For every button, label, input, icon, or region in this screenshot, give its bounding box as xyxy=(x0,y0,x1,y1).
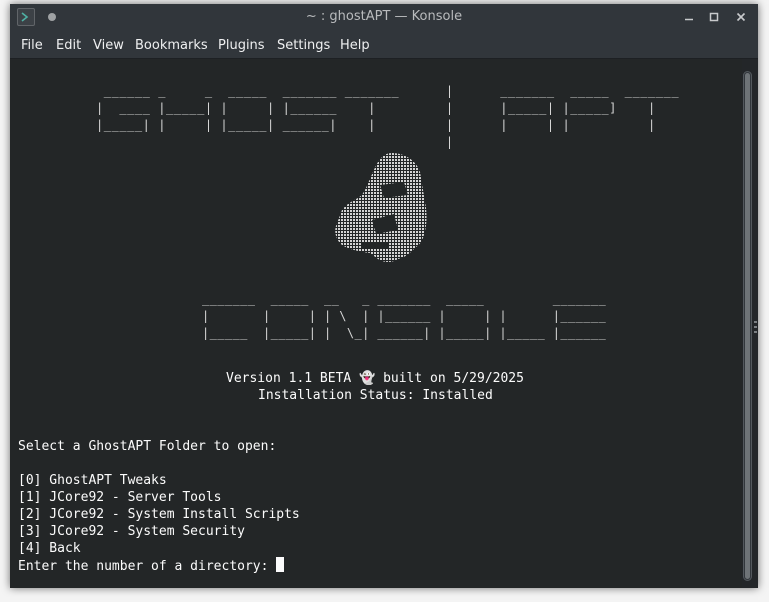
option-4-back: [4] Back xyxy=(18,541,81,556)
menu-plugins[interactable]: Plugins xyxy=(218,38,265,53)
maximize-icon[interactable] xyxy=(706,9,722,25)
minimize-icon[interactable] xyxy=(681,9,697,25)
terminal-output[interactable]: ______ _ _ _____ _______ _______ | _____… xyxy=(10,59,742,588)
console-ascii-banner: _______ _____ __ _ _______ _____ _______… xyxy=(202,292,607,340)
ghost-ascii-art xyxy=(332,150,428,270)
scrollbar-thumb[interactable] xyxy=(745,73,750,579)
option-0-ghostapt-tweaks: [0] GhostAPT Tweaks xyxy=(18,473,167,488)
menu-edit[interactable]: Edit xyxy=(56,38,81,53)
menu-view[interactable]: View xyxy=(93,38,124,53)
installation-status-line: Installation Status: Installed xyxy=(258,388,493,403)
menu-bookmarks[interactable]: Bookmarks xyxy=(135,38,208,53)
menu-help[interactable]: Help xyxy=(340,38,370,53)
directory-input-line[interactable]: Enter the number of a directory: xyxy=(18,557,285,575)
konsole-window: ~ : ghostAPT — Konsole File Edit View Bo… xyxy=(10,4,758,588)
menu-settings[interactable]: Settings xyxy=(277,38,330,53)
menu-file[interactable]: File xyxy=(21,38,43,53)
text-cursor[interactable] xyxy=(276,557,285,572)
title-bar[interactable]: ~ : ghostAPT — Konsole xyxy=(10,4,758,31)
version-line: Version 1.1 BETA 👻 built on 5/29/2025 xyxy=(226,371,524,386)
option-1-server-tools: [1] JCore92 - Server Tools xyxy=(18,490,222,505)
option-3-system-security: [3] JCore92 - System Security xyxy=(18,524,245,539)
ghost-apt-ascii-banner: ______ _ _ _____ _______ _______ | _____… xyxy=(96,84,680,149)
close-icon[interactable] xyxy=(733,9,749,25)
menu-bar: File Edit View Bookmarks Plugins Setting… xyxy=(10,31,758,59)
folder-prompt-heading: Select a GhostAPT Folder to open: xyxy=(18,439,277,454)
option-2-system-install-scripts: [2] JCore92 - System Install Scripts xyxy=(18,507,300,522)
directory-input-prompt: Enter the number of a directory: xyxy=(18,559,277,574)
terminal-scrollbar[interactable] xyxy=(743,71,752,581)
window-title: ~ : ghostAPT — Konsole xyxy=(305,9,463,24)
resize-grip-icon[interactable] xyxy=(754,318,757,333)
